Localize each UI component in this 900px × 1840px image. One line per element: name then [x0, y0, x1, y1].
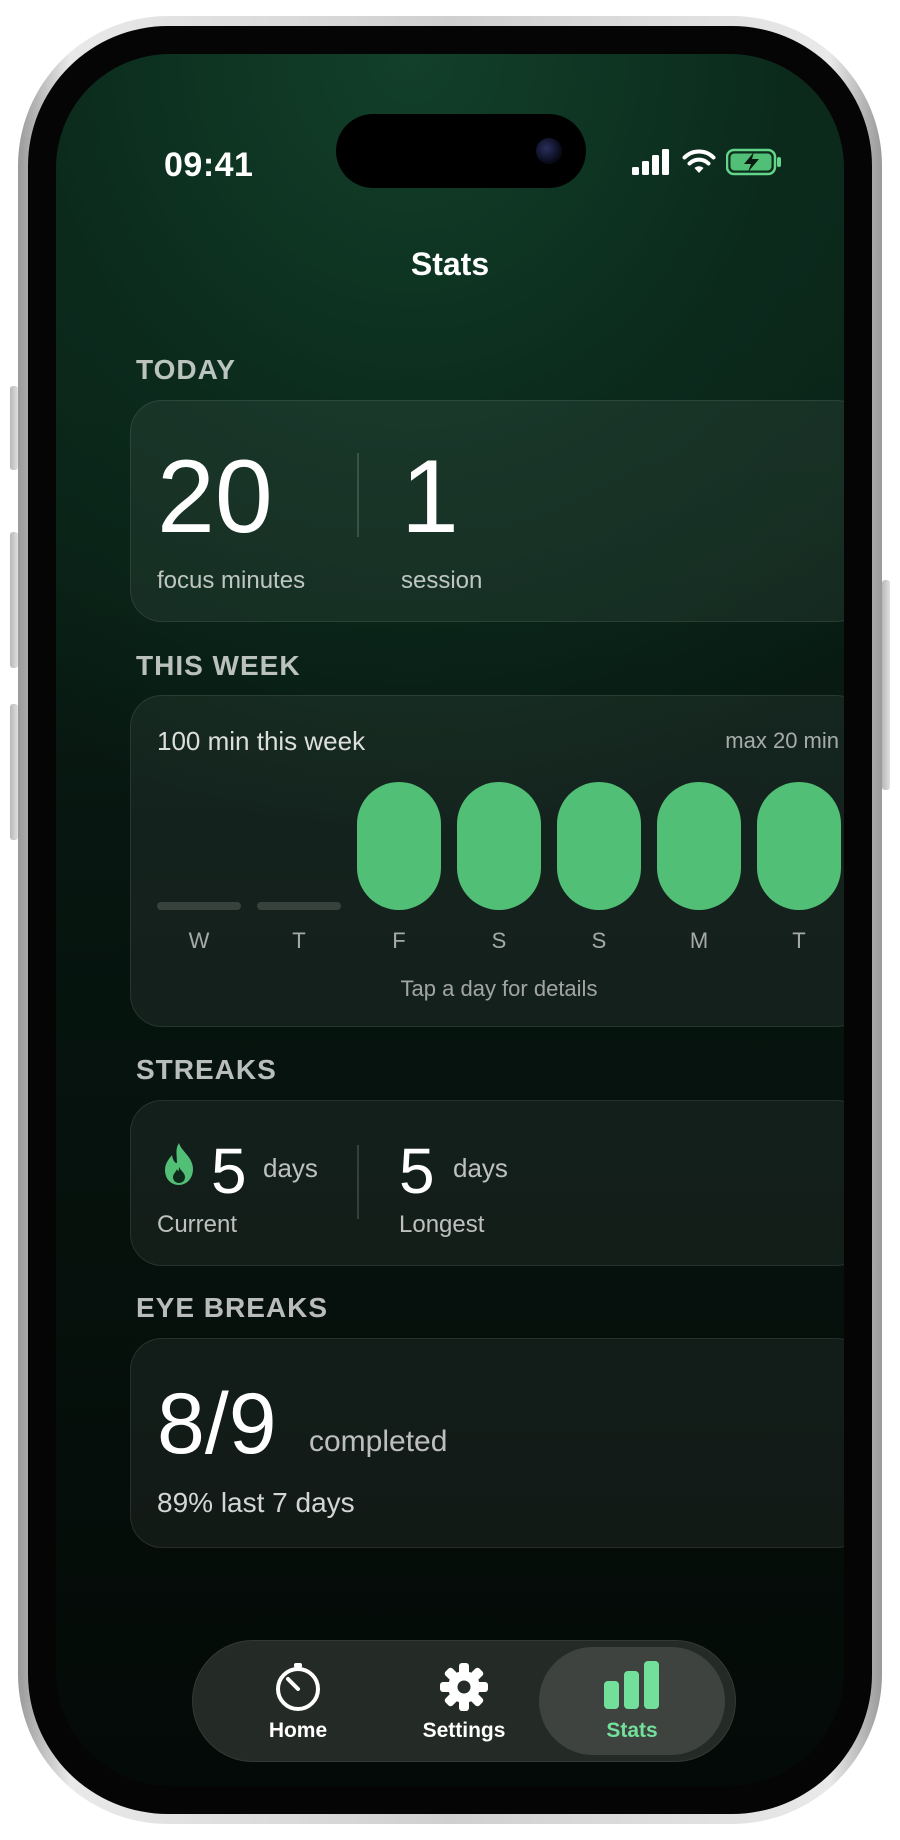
volume-up-button — [10, 532, 18, 668]
week-bar[interactable] — [657, 782, 741, 910]
section-label-this-week: THIS WEEK — [136, 650, 301, 681]
week-day-label: T — [292, 928, 306, 953]
tab-home-label: Home — [268, 1719, 328, 1742]
eye-breaks-value: 8/9 — [157, 1376, 277, 1472]
week-day-label: S — [591, 928, 607, 953]
today-divider — [357, 453, 359, 537]
week-day-label: T — [792, 928, 806, 953]
eye-breaks-summary: 89% last 7 days — [157, 1487, 355, 1518]
week-day-label: W — [188, 928, 210, 953]
week-day-label: M — [689, 928, 709, 953]
tab-settings[interactable]: Settings — [371, 1647, 557, 1755]
longest-streak-label: Longest — [399, 1211, 485, 1238]
week-bar[interactable] — [557, 782, 641, 910]
week-day-label: F — [392, 928, 406, 953]
week-day-label: S — [491, 928, 507, 953]
phone-bezel: 09:41 Stats TODAY 20 focus minutes 1 ses… — [28, 26, 872, 1814]
section-label-today: TODAY — [136, 354, 236, 385]
week-bar[interactable] — [457, 782, 541, 910]
signal-icon — [632, 149, 669, 175]
eye-breaks-suffix: completed — [309, 1425, 448, 1458]
week-bar[interactable] — [257, 902, 341, 910]
tab-settings-label: Settings — [422, 1719, 506, 1742]
phone-frame: 09:41 Stats TODAY 20 focus minutes 1 ses… — [18, 16, 882, 1824]
this-week-card: 100 min this week max 20 min WTFSSMT Tap… — [130, 695, 844, 1027]
longest-streak-unit: days — [453, 1153, 508, 1183]
tab-stats[interactable]: Stats — [539, 1647, 725, 1755]
week-bar[interactable] — [357, 782, 441, 910]
status-time: 09:41 — [164, 146, 254, 184]
chart-hint: Tap a day for details — [400, 976, 598, 1001]
streaks-card: 5 days Current 5 days Longest — [130, 1100, 844, 1266]
current-streak-value: 5 — [211, 1135, 247, 1207]
week-bar[interactable] — [757, 782, 841, 910]
current-streak-unit: days — [263, 1153, 318, 1183]
timer-icon — [276, 1663, 320, 1711]
focus-minutes-value: 20 — [157, 439, 273, 555]
tab-bar: Home Settings Stats — [192, 1640, 736, 1762]
session-label: session — [401, 567, 483, 594]
today-card: 20 focus minutes 1 session — [130, 400, 844, 622]
current-streak-label: Current — [157, 1211, 238, 1238]
volume-down-button — [10, 704, 18, 840]
session-value: 1 — [401, 439, 459, 555]
section-label-streaks: STREAKS — [136, 1054, 277, 1085]
week-bar[interactable] — [157, 902, 241, 910]
focus-minutes-label: focus minutes — [157, 567, 306, 594]
tab-home[interactable]: Home — [205, 1647, 391, 1755]
screen: 09:41 Stats TODAY 20 focus minutes 1 ses… — [56, 54, 844, 1786]
action-button — [10, 386, 18, 470]
bar-chart-icon — [604, 1661, 659, 1709]
eye-breaks-card: 8/9 completed 89% last 7 days — [130, 1338, 844, 1548]
longest-streak-value: 5 — [399, 1135, 435, 1207]
power-button — [882, 580, 890, 790]
camera-icon — [536, 138, 562, 164]
status-icons — [632, 148, 782, 176]
page-title: Stats — [410, 246, 490, 282]
section-label-eye-breaks: EYE BREAKS — [136, 1292, 329, 1323]
wifi-icon — [682, 149, 716, 173]
gear-icon — [440, 1663, 488, 1711]
battery-charging-icon — [726, 148, 781, 176]
tab-stats-label: Stats — [606, 1719, 658, 1742]
streaks-divider — [357, 1145, 359, 1219]
dynamic-island — [336, 114, 586, 188]
flame-icon — [165, 1143, 193, 1185]
